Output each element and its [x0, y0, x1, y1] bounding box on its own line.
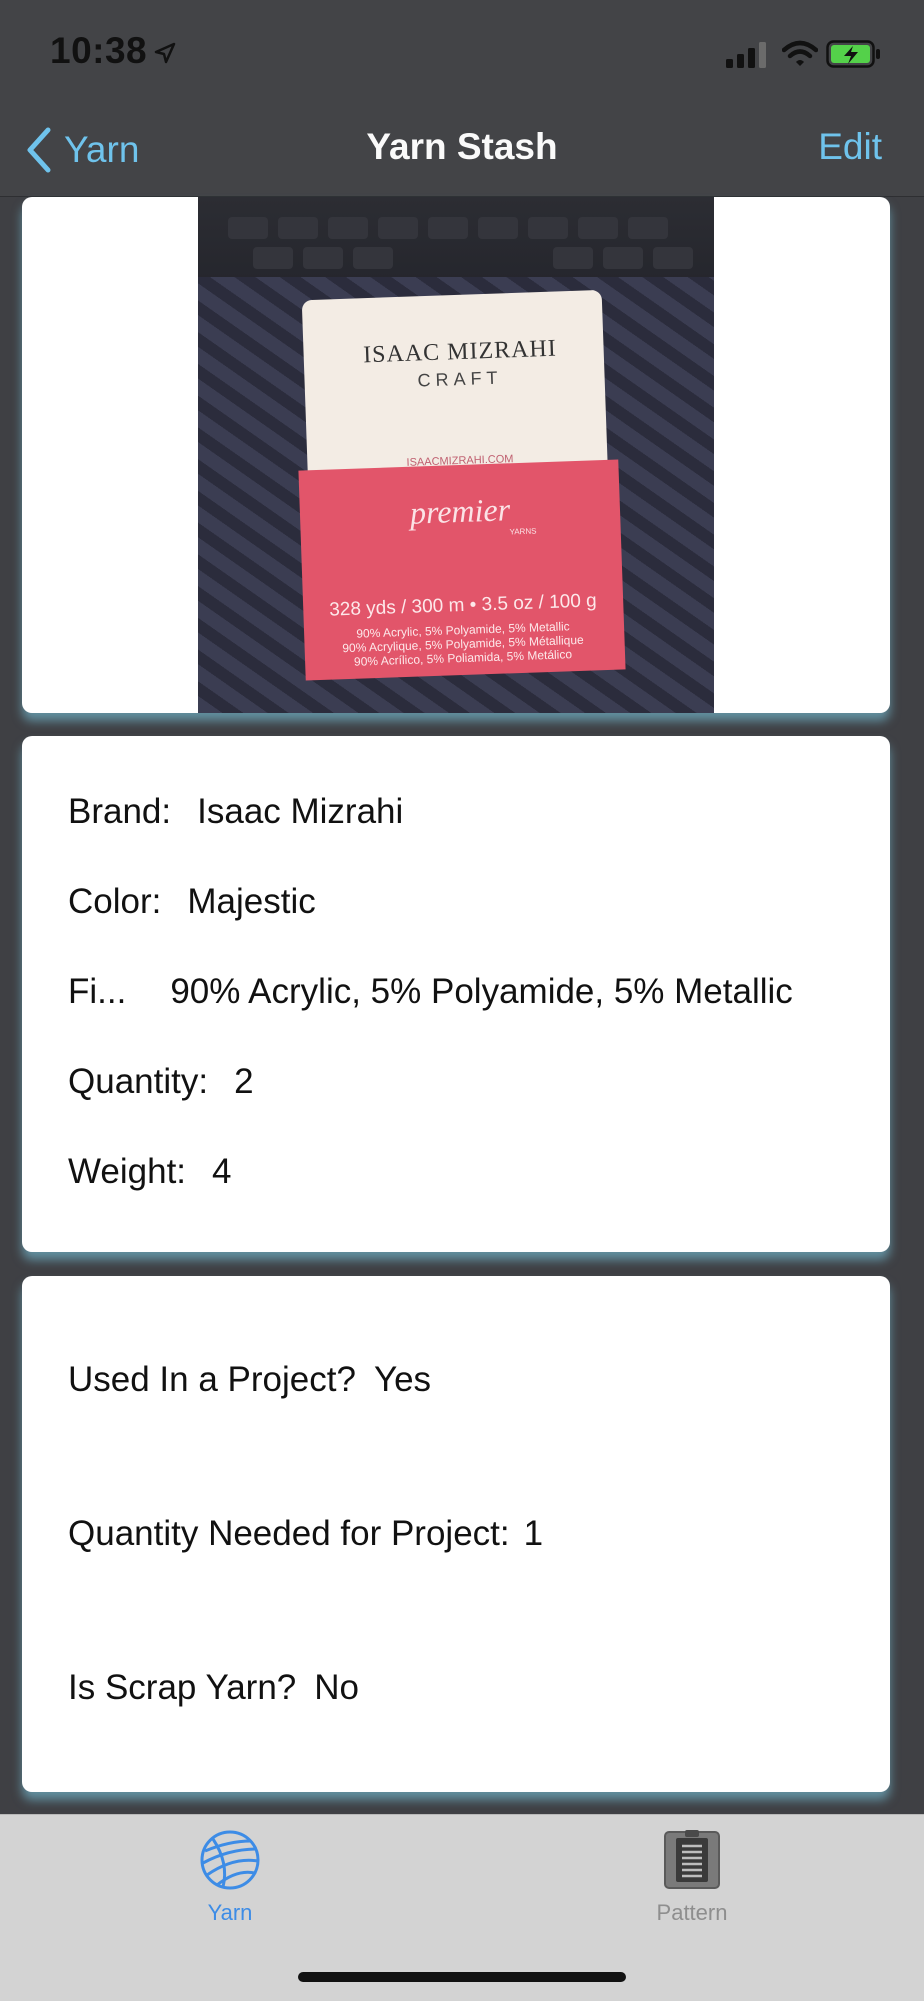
location-arrow-icon	[154, 42, 176, 69]
fiber-label: Fi...	[68, 972, 127, 1011]
weight-value: 4	[212, 1152, 232, 1191]
scrap-yarn-row: Is Scrap Yarn? No	[68, 1668, 359, 1708]
quantity-needed-value: 1	[523, 1514, 544, 1553]
project-usage-card: Used In a Project? Yes Quantity Needed fo…	[22, 1276, 890, 1792]
navigation-bar: Yarn Yarn Stash Edit	[0, 110, 924, 197]
battery-charging-icon	[826, 40, 882, 73]
color-label: Color:	[68, 882, 162, 921]
quantity-needed-label: Quantity Needed for Project:	[68, 1514, 510, 1553]
status-bar: 10:38	[0, 0, 924, 110]
pattern-clipboard-icon	[664, 1830, 720, 1889]
page-title: Yarn Stash	[366, 126, 558, 167]
cellular-signal-icon	[726, 42, 768, 73]
quantity-label: Quantity:	[68, 1062, 209, 1101]
fiber-value: 90% Acrylic, 5% Polyamide, 5% Metallic	[170, 972, 793, 1011]
yarn-ball-icon	[200, 1830, 260, 1890]
color-value: Majestic	[187, 882, 316, 921]
quantity-row: Quantity: 2	[68, 1062, 254, 1102]
quantity-needed-row: Quantity Needed for Project: 1	[68, 1514, 543, 1554]
brand-label: Brand:	[68, 792, 172, 831]
yarn-photo[interactable]: ISAAC MIZRAHI CRAFT ISAACMIZRAHI.COM pre…	[198, 197, 714, 713]
scrap-yarn-label: Is Scrap Yarn?	[68, 1668, 297, 1707]
yarn-details-card: Brand: Isaac Mizrahi Color: Majestic Fi...…	[22, 736, 890, 1252]
color-row: Color: Majestic	[68, 882, 316, 922]
home-indicator[interactable]	[298, 1972, 626, 1982]
tab-yarn-label: Yarn	[207, 1900, 253, 1925]
used-in-project-row: Used In a Project? Yes	[68, 1360, 431, 1400]
yarn-photo-card: ISAAC MIZRAHI CRAFT ISAACMIZRAHI.COM pre…	[22, 197, 890, 713]
tab-yarn[interactable]: Yarn	[120, 1829, 340, 1949]
weight-row: Weight: 4	[68, 1152, 232, 1192]
quantity-value: 2	[234, 1062, 254, 1101]
used-in-project-label: Used In a Project?	[68, 1360, 356, 1399]
brand-row: Brand: Isaac Mizrahi	[68, 792, 403, 832]
status-time: 10:38	[50, 30, 148, 71]
tab-pattern[interactable]: Pattern	[582, 1829, 802, 1949]
wifi-icon	[781, 40, 819, 73]
weight-label: Weight:	[68, 1152, 187, 1191]
fiber-row: Fi... 90% Acrylic, 5% Polyamide, 5% Metal…	[68, 972, 793, 1012]
tab-pattern-label: Pattern	[656, 1900, 728, 1925]
brand-value: Isaac Mizrahi	[197, 792, 404, 831]
scrap-yarn-value: No	[314, 1668, 360, 1707]
used-in-project-value: Yes	[373, 1360, 432, 1399]
edit-button[interactable]: Edit	[818, 126, 882, 168]
